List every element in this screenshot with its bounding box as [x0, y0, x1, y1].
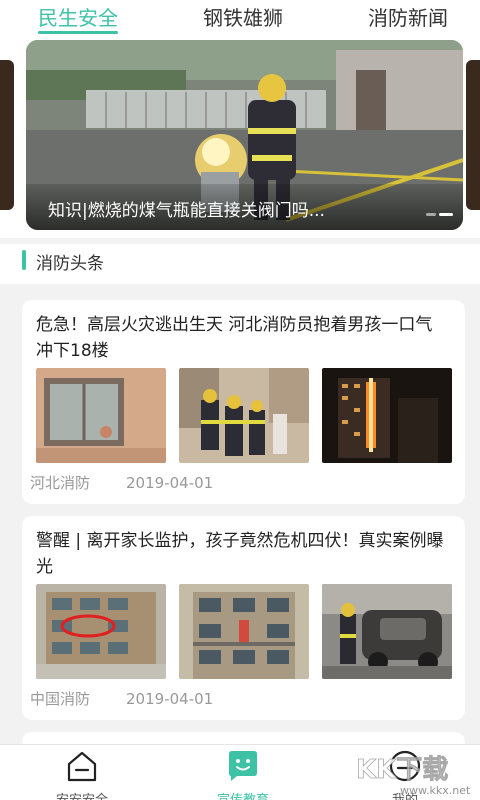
- section-title: 消防头条: [36, 254, 104, 274]
- news-title: 警醒 | 离开家长监护，孩子竟然危机四伏！真实案例曝光: [36, 531, 444, 577]
- home-icon: [67, 751, 97, 782]
- banner-slide[interactable]: 知识|燃烧的煤气瓶能直接关阀门吗...: [26, 40, 463, 230]
- news-thumbnail: [322, 584, 452, 679]
- carousel-indicator: [426, 213, 453, 216]
- tab-gangtie-xiongshi[interactable]: 钢铁雄狮: [203, 0, 283, 38]
- nav-item-education[interactable]: 宣传教育: [193, 749, 293, 800]
- nav-item-home[interactable]: 安安安全: [32, 749, 132, 800]
- section-accent-bar: [22, 250, 26, 270]
- svg-text:KK下载: KK下载: [356, 755, 448, 785]
- news-list: 危急！高层火灾逃出生天 河北消防员抱着男孩一口气冲下18楼 河北消防 2019-…: [0, 286, 480, 746]
- news-thumbnails: [36, 584, 452, 679]
- news-date: 2019-04-01: [126, 474, 214, 492]
- news-thumbnail: [36, 584, 166, 679]
- news-thumbnails: [36, 368, 452, 463]
- news-card[interactable]: 危急！高层火灾逃出生天 河北消防员抱着男孩一口气冲下18楼 河北消防 2019-…: [22, 300, 465, 504]
- banner-carousel: 知识|燃烧的煤气瓶能直接关阀门吗...: [0, 38, 480, 238]
- news-thumbnail: [179, 584, 309, 679]
- news-thumbnail: [179, 368, 309, 463]
- site-watermark: KK下载 www.kkx.net: [356, 755, 471, 797]
- news-date: 2019-04-01: [126, 690, 214, 708]
- news-thumbnail: [322, 368, 452, 463]
- news-meta: 中国消防 2019-04-01: [30, 688, 213, 709]
- section-header: 消防头条: [0, 244, 480, 284]
- banner-caption: 知识|燃烧的煤气瓶能直接关阀门吗...: [26, 184, 463, 230]
- nav-label: 安安安全: [32, 789, 132, 800]
- tab-xiaofang-xinwen[interactable]: 消防新闻: [368, 0, 448, 38]
- next-slide-peek[interactable]: [466, 60, 480, 210]
- carousel-dot-active: [439, 213, 453, 216]
- nav-label: 宣传教育: [193, 789, 293, 800]
- news-card[interactable]: 警醒 | 离开家长监护，孩子竟然危机四伏！真实案例曝光 中国消防 2019-04…: [22, 516, 465, 720]
- news-source: 中国消防: [30, 690, 91, 708]
- news-thumbnail: [36, 368, 166, 463]
- news-title: 危急！高层火灾逃出生天 河北消防员抱着男孩一口气冲下18楼: [36, 315, 433, 361]
- svg-text:www.kkx.net: www.kkx.net: [400, 784, 471, 797]
- chat-smile-icon: [229, 751, 257, 781]
- previous-slide-peek[interactable]: [0, 60, 14, 210]
- tab-minsheng-anquan[interactable]: 民生安全: [38, 0, 118, 38]
- top-tab-bar: 民生安全 钢铁雄狮 消防新闻: [0, 0, 480, 38]
- carousel-dot: [426, 213, 436, 216]
- news-meta: 河北消防 2019-04-01: [30, 472, 213, 493]
- news-source: 河北消防: [30, 474, 91, 492]
